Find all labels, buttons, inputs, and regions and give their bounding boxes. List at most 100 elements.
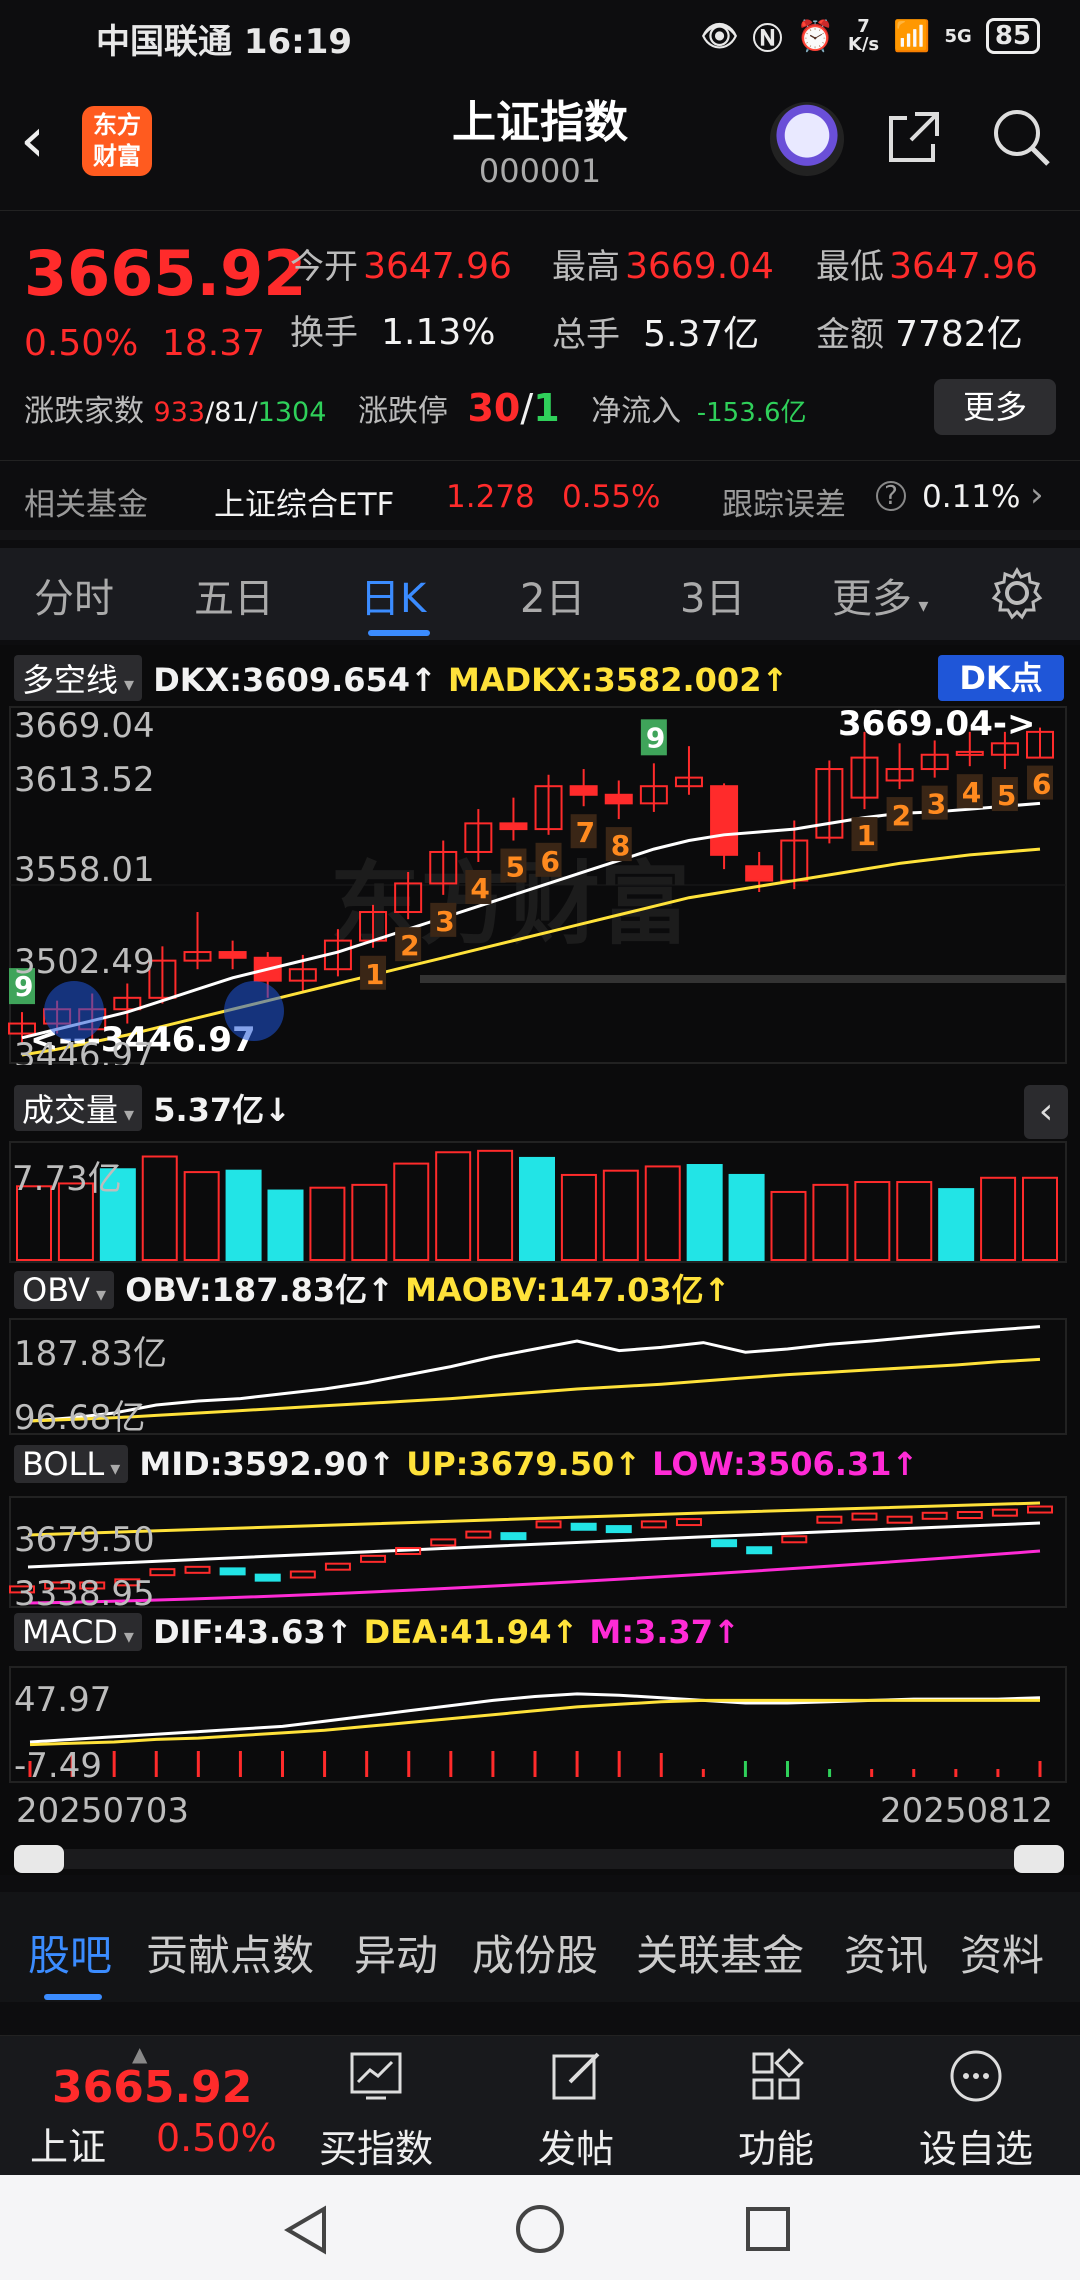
chart-area[interactable]: 多空线 ▾ DKX:3609.654↑ MADKX:3582.002↑ DK点 东… <box>0 645 1080 1875</box>
track-error-value: 0.11% <box>922 479 1021 515</box>
change-percent: 0.50% <box>24 323 139 364</box>
volume-bar <box>812 1183 849 1262</box>
td-count-label: 7 <box>576 816 595 849</box>
volume-bar <box>854 1181 891 1262</box>
functions-button[interactable]: 功能 <box>706 2046 846 2173</box>
range-scrollbar[interactable] <box>14 1845 1064 1873</box>
volume-bars-group <box>16 1149 1058 1262</box>
boll-candle <box>675 1518 702 1527</box>
obv-chart[interactable]: 187.83亿 96.68亿 <box>0 1317 1080 1437</box>
change-amount: 18.37 <box>162 323 266 364</box>
gear-icon[interactable] <box>990 566 1044 620</box>
quote-panel: 3665.92 0.50% 18.37 今开 3647.96 最高 3669.0… <box>0 210 1080 455</box>
boll-candle <box>535 1520 562 1529</box>
volume-chart[interactable]: 7.73亿 <box>0 1140 1080 1265</box>
nav-back-icon[interactable] <box>282 2205 330 2255</box>
bottom-index-name: 上证 <box>30 2125 107 2169</box>
volume-bar <box>435 1151 472 1261</box>
volume-indicator-row: 成交量 ▾ 5.37亿↓ <box>14 1085 291 1131</box>
bottom-price[interactable]: 3665.92 <box>52 2062 252 2113</box>
chevron-right-icon: › <box>1030 475 1044 515</box>
tab-movement[interactable]: 异动 <box>354 1922 438 1983</box>
open-stat: 今开 3647.96 <box>290 246 512 287</box>
tab-three-day[interactable]: 3日 <box>680 566 745 624</box>
add-watchlist-button[interactable]: 设自选 <box>906 2046 1046 2173</box>
tab-two-day[interactable]: 2日 <box>520 566 585 624</box>
amount-stat: 金额 7782亿 <box>816 314 1023 355</box>
tab-contribution[interactable]: 贡献点数 <box>146 1922 314 1983</box>
volume-bar <box>309 1186 346 1261</box>
alarm-icon: ⏰ <box>796 18 834 54</box>
search-icon[interactable] <box>990 106 1052 168</box>
bottom-toolbar: ▲ 3665.92 上证 0.50% 买指数 发帖 功能 设自选 <box>0 2035 1080 2175</box>
boll-indicator-row: BOLL ▾ MID:3592.90↑ UP:3679.50↑ LOW:3506.… <box>14 1445 918 1489</box>
battery-icon: 85 <box>985 18 1040 54</box>
macd-tick-1: 47.97 <box>14 1680 111 1720</box>
share-icon[interactable] <box>885 108 943 166</box>
tab-related-funds[interactable]: 关联基金 <box>636 1922 804 1983</box>
sub-tab-bar: 股吧 贡献点数 异动 成份股 关联基金 资讯 资料 <box>0 1892 1080 2002</box>
macd-chart[interactable]: 47.97 -7.49 <box>0 1665 1080 1785</box>
td-count-label: 1 <box>856 819 875 852</box>
kline-chart[interactable]: 东方财富 12345 67 8 12 3 4 5 699 3669.04-> <---3446… <box>0 705 1080 1065</box>
tab-constituents[interactable]: 成份股 <box>472 1922 598 1983</box>
range-handle-right[interactable] <box>1014 1845 1064 1873</box>
related-fund-row[interactable]: 相关基金 上证综合ETF 1.278 0.55% 跟踪误差 ? 0.11% › <box>0 460 1080 540</box>
boll-up-value: UP:3679.50↑ <box>406 1445 642 1483</box>
eye-icon: 👁 <box>700 18 739 54</box>
boll-candle <box>640 1520 667 1529</box>
nav-recents-icon[interactable] <box>744 2205 792 2253</box>
carrier-time: 中国联通 16:19 <box>96 22 353 62</box>
range-handle-left[interactable] <box>14 1845 64 1873</box>
obv-indicator-row: OBV ▾ OBV:187.83亿↑ MAOBV:147.03亿↑ <box>14 1265 730 1309</box>
boll-candle <box>465 1530 492 1539</box>
k-tick-1: 3669.04 <box>14 706 155 746</box>
buy-index-button[interactable]: 买指数 <box>306 2046 446 2173</box>
td-count-label: 4 <box>470 872 489 905</box>
bottom-pct: 0.50% <box>156 2116 277 2160</box>
net-speed: 7 K/s <box>847 16 880 55</box>
boll-candle <box>781 1535 808 1544</box>
fund-name: 上证综合ETF <box>214 487 395 523</box>
post-button[interactable]: 发帖 <box>506 2046 646 2173</box>
td-count-label: 5 <box>997 779 1016 812</box>
collapse-left-icon[interactable]: ‹ <box>1024 1085 1068 1139</box>
td-count-label: 6 <box>1032 768 1051 801</box>
boll-chart[interactable]: 3679.50 3338.95 <box>0 1495 1080 1610</box>
macd-bars-group <box>28 1751 1042 1777</box>
dkx-selector[interactable]: 多空线 ▾ <box>14 655 143 701</box>
fund-pct: 0.55% <box>562 479 661 515</box>
active-subtab-indicator <box>44 1994 102 2000</box>
boll-candle <box>991 1508 1018 1517</box>
help-icon[interactable]: ? <box>876 481 906 511</box>
obv-selector[interactable]: OBV ▾ <box>14 1271 115 1309</box>
volume-value: 5.37亿↓ <box>153 1091 291 1129</box>
td-count-label: 6 <box>541 845 560 878</box>
tab-more[interactable]: 更多 ▾ <box>832 566 928 624</box>
date-end: 20250812 <box>880 1791 1054 1831</box>
tab-forum[interactable]: 股吧 <box>28 1922 112 1983</box>
double-arrow-icon[interactable] <box>44 981 104 1041</box>
boll-candle <box>324 1562 351 1571</box>
tab-news[interactable]: 资讯 <box>844 1922 928 1983</box>
boll-candle <box>816 1515 843 1524</box>
maobv-value: MAOBV:147.03亿↑ <box>405 1271 731 1309</box>
boll-candle <box>956 1511 983 1520</box>
boll-candle <box>886 1515 913 1524</box>
tab-five-day[interactable]: 五日 <box>194 566 274 624</box>
tab-intraday[interactable]: 分时 <box>34 566 114 624</box>
macd-dif-value: DIF:43.63↑ <box>153 1613 353 1651</box>
more-button[interactable]: 更多 <box>934 379 1056 435</box>
boll-selector[interactable]: BOLL ▾ <box>14 1445 129 1483</box>
expand-arrow-icon[interactable] <box>224 981 284 1041</box>
td-count-label: 1 <box>365 958 384 991</box>
tab-daily-k[interactable]: 日K <box>360 566 426 624</box>
macd-indicator-row: MACD ▾ DIF:43.63↑ DEA:41.94↑ M:3.37↑ <box>14 1613 740 1657</box>
td-count-label: 8 <box>611 829 630 862</box>
volume-selector[interactable]: 成交量 ▾ <box>14 1085 143 1131</box>
tab-profile[interactable]: 资料 <box>960 1922 1044 1983</box>
robot-assistant-icon[interactable] <box>770 102 844 176</box>
macd-selector[interactable]: MACD ▾ <box>14 1613 142 1651</box>
nav-home-icon[interactable] <box>514 2203 566 2255</box>
dk-point-button[interactable]: DK点 <box>938 655 1064 701</box>
